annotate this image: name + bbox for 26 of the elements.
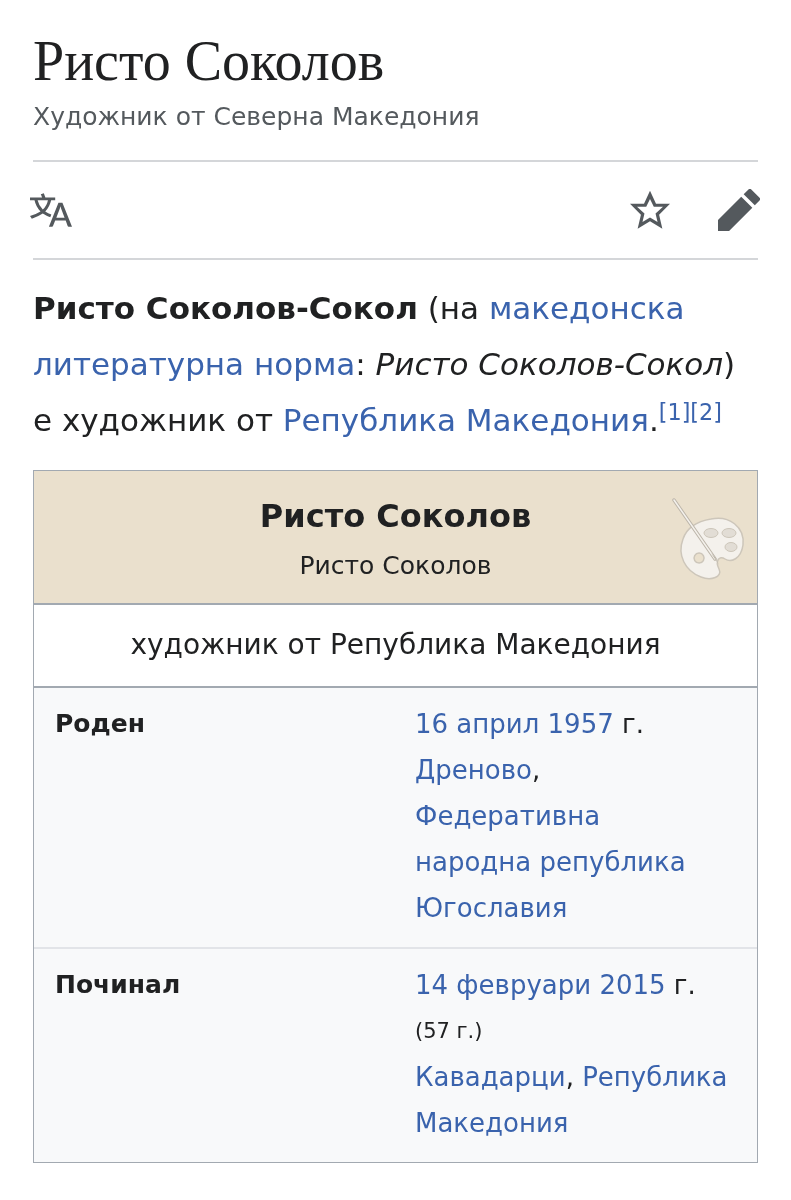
pencil-icon[interactable] — [718, 189, 760, 231]
text-link[interactable]: македонска — [488, 290, 685, 326]
text-link[interactable]: 16 април 1957 — [415, 709, 614, 739]
infobox-native-name: Ристо Соколов — [299, 550, 492, 582]
page-title: Ристо Соколов — [33, 29, 386, 93]
infobox-title: Ристо Соколов — [259, 496, 532, 537]
text-link[interactable]: Македония — [415, 1108, 569, 1138]
text-link[interactable]: Дреново — [415, 755, 532, 785]
row-value: 16 април 1957 г. Дреново, Федеративна народна република Югославия — [415, 708, 687, 925]
text-link[interactable]: литературна норма — [33, 346, 356, 382]
text-link[interactable]: Кавадарци — [415, 1062, 566, 1092]
row-value: 14 февруари 2015 г. (57 г.) Кавадарци, Република Македония — [415, 969, 729, 1140]
star-icon[interactable] — [630, 190, 670, 230]
palette-icon — [671, 497, 747, 581]
row-label: Роден — [55, 708, 146, 740]
text-link[interactable]: народна република — [415, 847, 686, 877]
row-label: Починал — [55, 969, 182, 1001]
page-description: Художник от Северна Македония — [33, 101, 481, 133]
text-link[interactable]: 14 февруари 2015 — [415, 970, 666, 1000]
text-link[interactable]: Република — [582, 1062, 728, 1092]
reference-link[interactable]: [1] — [658, 398, 691, 425]
text-link[interactable]: Република Македония — [282, 402, 649, 438]
infobox-caption: художник от Република Македония — [34, 605, 757, 688]
text-link[interactable]: Федеративна — [415, 801, 601, 831]
text-link[interactable]: Югославия — [415, 893, 568, 923]
reference-link[interactable]: [2] — [690, 398, 722, 425]
